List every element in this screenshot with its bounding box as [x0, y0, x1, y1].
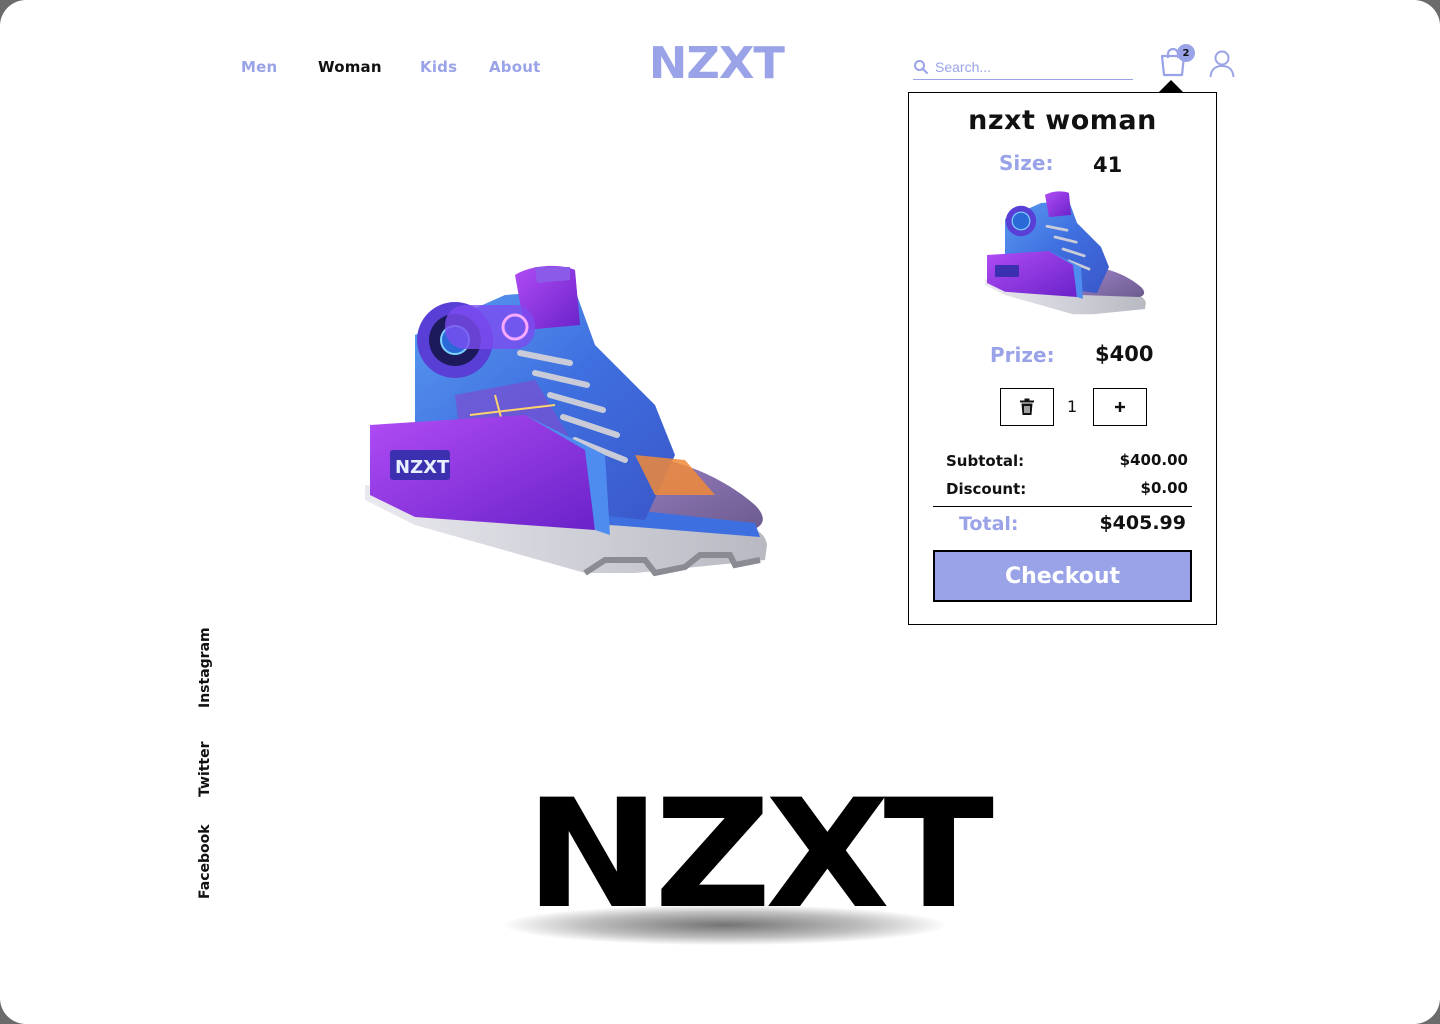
search-bar[interactable]	[913, 55, 1133, 80]
subtotal-label: Subtotal:	[946, 452, 1025, 470]
social-link-facebook[interactable]: Facebook	[197, 824, 213, 899]
trash-icon	[1020, 398, 1034, 415]
page: Men Woman Kids About NZXT 2	[0, 0, 1440, 1024]
subtotal-value: $400.00	[1119, 451, 1188, 469]
price-value: $400	[1095, 342, 1154, 366]
social-link-twitter[interactable]: Twitter	[197, 741, 213, 797]
discount-label: Discount:	[946, 480, 1027, 498]
summary-divider	[933, 506, 1192, 507]
cart-popup-caret	[1159, 80, 1183, 92]
checkout-button[interactable]: Checkout	[933, 550, 1192, 602]
size-value: 41	[1093, 153, 1123, 177]
hero-shoe-brand-text: NZXT	[395, 457, 450, 478]
total-value: $405.99	[1099, 512, 1186, 534]
cart-popup: nzxt woman Size: 41 Prize: $400 1 Subtot…	[908, 92, 1217, 625]
increase-quantity-button[interactable]	[1093, 388, 1147, 426]
quantity-value: 1	[1067, 397, 1078, 416]
price-label: Prize:	[990, 343, 1055, 367]
search-input[interactable]	[929, 59, 1119, 75]
plus-icon	[1115, 402, 1125, 412]
nav-link-men[interactable]: Men	[241, 58, 277, 76]
size-label: Size:	[999, 151, 1054, 175]
cart-item-title: nzxt woman	[968, 105, 1157, 136]
search-icon	[914, 60, 928, 74]
social-link-instagram[interactable]: Instagram	[197, 627, 213, 708]
user-icon[interactable]	[1209, 50, 1235, 78]
header-logo[interactable]: NZXT	[649, 38, 785, 89]
discount-value: $0.00	[1140, 479, 1188, 497]
total-label: Total:	[959, 513, 1019, 535]
cart-item-image	[985, 191, 1146, 315]
footer-logo: NZXT	[525, 768, 994, 942]
cart-count-badge: 2	[1177, 44, 1195, 62]
remove-item-button[interactable]	[1000, 388, 1054, 426]
hero-shoe-image: NZXT	[365, 265, 767, 577]
nav-link-woman[interactable]: Woman	[318, 58, 382, 76]
nav-link-kids[interactable]: Kids	[420, 58, 457, 76]
nav-link-about[interactable]: About	[489, 58, 541, 76]
